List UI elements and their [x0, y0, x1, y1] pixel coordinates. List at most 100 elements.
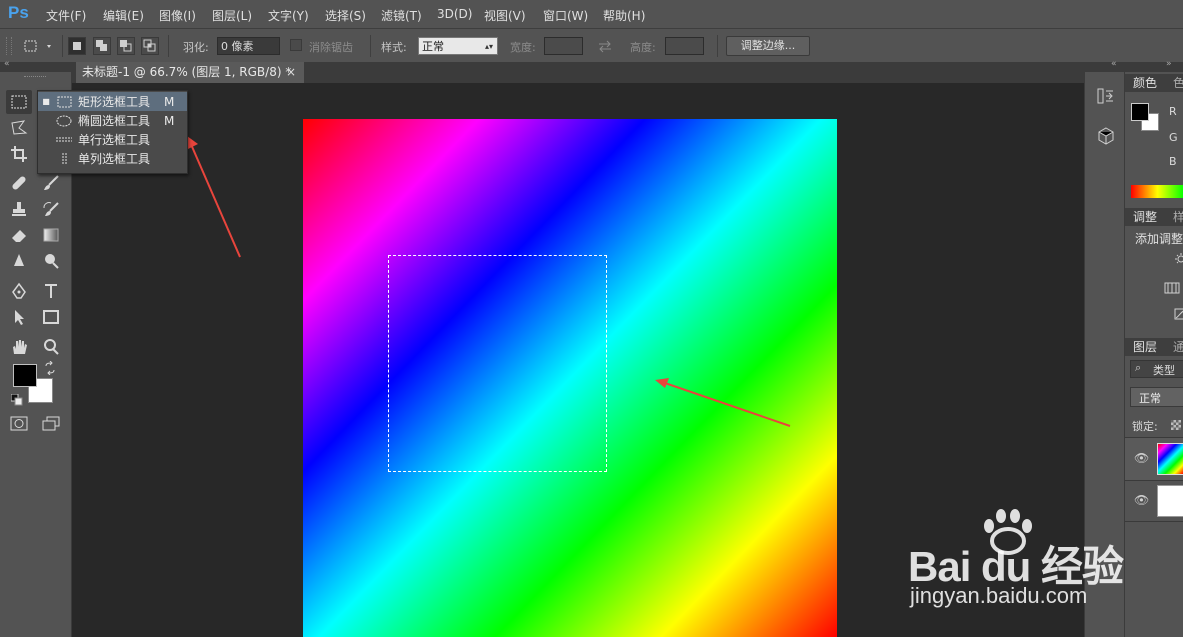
collapse-icon[interactable]: »: [1166, 59, 1172, 69]
add-to-selection-button[interactable]: [93, 37, 111, 55]
flyout-item-label: 矩形选框工具: [78, 95, 151, 109]
menu-help[interactable]: 帮助(H): [603, 7, 645, 24]
close-tab-icon[interactable]: ×: [286, 62, 296, 83]
dock-header: «: [1085, 59, 1125, 72]
path-selection-tool[interactable]: [6, 305, 32, 329]
lock-transparency-icon[interactable]: [1171, 420, 1181, 430]
tab-adjustments[interactable]: 调整: [1133, 208, 1157, 226]
menu-view[interactable]: 视图(V): [484, 7, 526, 24]
brush-tool[interactable]: [38, 171, 64, 195]
swap-arrows-icon: [599, 40, 611, 53]
menu-filter[interactable]: 滤镜(T): [381, 7, 422, 24]
foreground-color-swatch[interactable]: [13, 364, 37, 387]
history-panel-button[interactable]: [1095, 85, 1117, 107]
document-tab[interactable]: 未标题-1 @ 66.7% (图层 1, RGB/8) * ×: [76, 62, 304, 83]
height-label: 高度:: [630, 41, 656, 54]
levels-adjustment-button[interactable]: [1163, 281, 1181, 295]
layers-panel-tabs: 图层 通: [1125, 338, 1183, 356]
menu-select[interactable]: 选择(S): [325, 7, 366, 24]
blend-mode-value: 正常: [1139, 392, 1161, 405]
tab-styles[interactable]: 样: [1173, 208, 1183, 226]
type-tool[interactable]: [38, 279, 64, 303]
layer-row-gradient[interactable]: 👁: [1125, 438, 1183, 480]
feather-input[interactable]: 0 像素: [217, 37, 280, 55]
rectangle-shape-icon: [43, 310, 59, 324]
screen-mode-button[interactable]: [38, 412, 64, 436]
flyout-item-single-row-marquee[interactable]: 单行选框工具: [38, 130, 187, 149]
crop-tool[interactable]: [6, 142, 32, 166]
menu-image[interactable]: 图像(I): [159, 7, 196, 24]
menu-edit[interactable]: 编辑(E): [103, 7, 144, 24]
tab-channels[interactable]: 通: [1173, 338, 1183, 356]
new-selection-button[interactable]: [68, 37, 86, 55]
menu-file[interactable]: 文件(F): [46, 7, 86, 24]
brush-icon: [44, 175, 59, 190]
panel-foreground-swatch[interactable]: [1131, 103, 1149, 121]
menu-3d[interactable]: 3D(D): [437, 7, 472, 21]
lasso-tool[interactable]: [6, 116, 32, 140]
collapse-icon[interactable]: «: [4, 59, 10, 69]
flyout-item-ellipse-marquee[interactable]: 椭圆选框工具 M: [38, 111, 187, 130]
menu-bar: Ps 文件(F) 编辑(E) 图像(I) 图层(L) 文字(Y) 选择(S) 滤…: [0, 0, 1183, 28]
swap-width-height-button[interactable]: [596, 38, 614, 54]
menu-type[interactable]: 文字(Y): [268, 7, 309, 24]
blend-mode-select[interactable]: 正常: [1130, 387, 1183, 407]
width-input[interactable]: [544, 37, 583, 55]
tab-color[interactable]: 颜色: [1133, 74, 1157, 92]
brightness-adjustment-button[interactable]: [1171, 252, 1183, 266]
annotation-arrow-selection: [655, 378, 791, 427]
tab-swatches[interactable]: 色: [1173, 74, 1183, 92]
blur-tool[interactable]: [6, 249, 32, 273]
rectangle-tool[interactable]: [38, 305, 64, 329]
color-spectrum-bar[interactable]: [1131, 185, 1183, 198]
visibility-eye-icon[interactable]: 👁: [1134, 493, 1149, 507]
arrow-pointer-icon: [15, 310, 24, 325]
tab-layers[interactable]: 图层: [1133, 338, 1157, 356]
height-input[interactable]: [665, 37, 704, 55]
menu-window[interactable]: 窗口(W): [543, 7, 588, 24]
eraser-tool[interactable]: [6, 223, 32, 247]
dodge-tool[interactable]: [38, 249, 64, 273]
collapse-icon[interactable]: «: [1111, 59, 1117, 69]
history-brush-icon: [43, 202, 59, 216]
dodge-icon: [45, 254, 59, 269]
antialias-checkbox[interactable]: [290, 39, 302, 51]
levels-icon: [1164, 282, 1180, 294]
menu-layer[interactable]: 图层(L): [212, 7, 252, 24]
layer-filter-select[interactable]: ⌕ 类型: [1130, 360, 1183, 378]
refine-edge-button[interactable]: 调整边缘...: [726, 36, 810, 56]
flyout-item-rect-marquee[interactable]: ■ 矩形选框工具 M: [38, 92, 187, 111]
hand-icon: [13, 340, 27, 354]
swap-colors-button[interactable]: [43, 360, 57, 376]
hand-tool[interactable]: [6, 335, 32, 359]
tool-preset-picker[interactable]: [20, 37, 56, 55]
cube-icon: [1098, 127, 1114, 145]
gradient-tool[interactable]: [38, 223, 64, 247]
history-brush-tool[interactable]: [38, 197, 64, 221]
visibility-eye-icon[interactable]: 👁: [1134, 451, 1149, 465]
rect-marquee-tool[interactable]: [6, 90, 32, 114]
subtract-from-selection-button[interactable]: [117, 37, 135, 55]
adjustments-panel-tabs: 调整 样: [1125, 208, 1183, 226]
healing-brush-tool[interactable]: [6, 171, 32, 195]
document-tab-title: 未标题-1 @ 66.7% (图层 1, RGB/8) *: [82, 65, 292, 79]
flyout-item-single-column-marquee[interactable]: 单列选框工具: [38, 149, 187, 168]
lock-label: 锁定:: [1132, 420, 1158, 433]
pen-tool[interactable]: [6, 279, 32, 303]
clone-stamp-tool[interactable]: [6, 197, 32, 221]
new-selection-icon: [73, 42, 81, 50]
intersect-selection-button[interactable]: [141, 37, 159, 55]
layer-row-background[interactable]: 👁: [1125, 481, 1183, 521]
default-colors-button[interactable]: [10, 393, 23, 406]
quick-mask-button[interactable]: [6, 412, 32, 436]
curves-adjustment-button[interactable]: [1173, 307, 1183, 321]
style-select[interactable]: 正常 ▴▾: [418, 37, 498, 55]
zoom-tool[interactable]: [38, 335, 64, 359]
type-t-icon: [45, 284, 57, 298]
marquee-tool-flyout: ■ 矩形选框工具 M 椭圆选框工具 M 单行选框工具 单列选框工具: [37, 90, 188, 174]
photoshop-logo: Ps: [8, 3, 29, 22]
width-label: 宽度:: [510, 41, 536, 54]
sun-icon: [1175, 253, 1183, 264]
3d-panel-button[interactable]: [1095, 125, 1117, 147]
marquee-selection[interactable]: [388, 255, 607, 472]
